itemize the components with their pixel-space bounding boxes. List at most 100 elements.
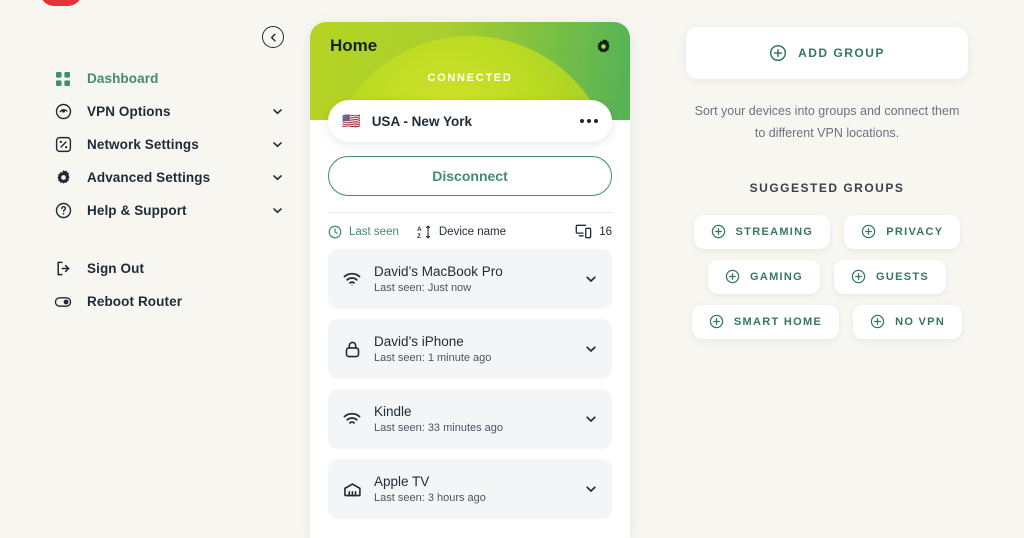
sidebar-item-advanced-settings[interactable]: Advanced Settings: [0, 161, 310, 194]
sort-bar: Last seen A Z Device name 16: [310, 213, 630, 239]
suggested-group-streaming[interactable]: STREAMING: [693, 214, 831, 249]
sidebar-item-label: Sign Out: [87, 261, 145, 276]
collapse-sidebar-button[interactable]: [262, 26, 284, 48]
chevron-down-icon[interactable]: [584, 482, 598, 496]
plus-circle-icon: [725, 270, 740, 284]
device-info: David’s iPhone Last seen: 1 minute ago: [374, 334, 491, 364]
device-last-seen: Last seen: 3 hours ago: [374, 492, 486, 504]
sort-by-device-name-button[interactable]: A Z Device name: [417, 225, 506, 239]
device-row[interactable]: Apple TV Last seen: 3 hours ago: [328, 459, 612, 519]
plus-circle-icon: [870, 315, 885, 329]
device-last-seen: Last seen: 33 minutes ago: [374, 422, 504, 434]
suggested-group-no-vpn[interactable]: NO VPN: [853, 304, 963, 339]
plus-circle-icon: [770, 44, 787, 62]
device-list: David’s MacBook Pro Last seen: Just now: [310, 239, 630, 529]
tv-icon: [342, 482, 362, 497]
suggested-group-privacy[interactable]: PRIVACY: [844, 214, 961, 249]
chip-label: SMART HOME: [733, 315, 823, 328]
logo-blob-icon: [40, 0, 82, 6]
add-group-label: ADD GROUP: [798, 46, 885, 60]
device-row[interactable]: David’s MacBook Pro Last seen: Just now: [328, 249, 612, 309]
sidebar-item-label: Network Settings: [87, 137, 199, 152]
device-row[interactable]: Kindle Last seen: 33 minutes ago: [328, 389, 612, 449]
sidebar-item-sign-out[interactable]: Sign Out: [0, 252, 310, 285]
chevron-down-icon[interactable]: [584, 342, 598, 356]
chip-label: NO VPN: [895, 315, 946, 328]
sidebar: Dashboard VPN Options Network Settings A…: [0, 0, 310, 538]
chevron-down-icon[interactable]: [271, 138, 284, 151]
connection-status-badge: CONNECTED: [427, 72, 513, 84]
sidebar-item-label: VPN Options: [87, 104, 171, 119]
suggested-groups-list: STREAMING PRIVACY GAMING GUESTS SMART HO…: [686, 214, 968, 339]
disconnect-button[interactable]: Disconnect: [328, 156, 612, 196]
suggested-group-gaming[interactable]: GAMING: [707, 259, 820, 294]
brand-logo: [40, 0, 116, 8]
sidebar-item-reboot-router[interactable]: Reboot Router: [0, 285, 310, 318]
add-group-button[interactable]: ADD GROUP: [686, 27, 968, 79]
plus-circle-icon: [711, 225, 725, 239]
chevron-down-icon[interactable]: [271, 204, 284, 217]
sort-by-last-seen-button[interactable]: Last seen: [328, 225, 399, 239]
gear-icon: [54, 169, 72, 187]
power-toggle-icon: [54, 293, 72, 311]
lock-icon: [342, 341, 362, 358]
flag-icon: 🇺🇸: [342, 112, 361, 130]
suggested-group-smart-home[interactable]: SMART HOME: [691, 304, 840, 339]
location-name: USA - New York: [371, 113, 472, 129]
plus-circle-icon: [851, 270, 866, 284]
chip-label: GAMING: [749, 270, 803, 283]
location-more-options-button[interactable]: [580, 119, 598, 123]
network-icon: [54, 136, 72, 154]
chevron-down-icon[interactable]: [584, 272, 598, 286]
device-row[interactable]: David’s iPhone Last seen: 1 minute ago: [328, 319, 612, 379]
sidebar-item-label: Advanced Settings: [87, 170, 211, 185]
settings-gear-icon[interactable]: [595, 38, 612, 55]
sidebar-item-label: Reboot Router: [87, 294, 183, 309]
device-info: David’s MacBook Pro Last seen: Just now: [374, 264, 503, 294]
sort-device-name-label: Device name: [438, 225, 506, 238]
device-info: Apple TV Last seen: 3 hours ago: [374, 474, 486, 504]
device-last-seen: Last seen: 1 minute ago: [374, 352, 492, 364]
suggested-groups-title: SUGGESTED GROUPS: [749, 180, 905, 195]
plus-circle-icon: [862, 225, 876, 239]
grid-icon: [54, 70, 72, 88]
chip-label: GUESTS: [876, 270, 930, 283]
chevron-down-icon[interactable]: [271, 105, 284, 118]
device-info: Kindle Last seen: 33 minutes ago: [374, 404, 503, 434]
sidebar-item-network-settings[interactable]: Network Settings: [0, 128, 310, 161]
groups-hint-text: Sort your devices into groups and connec…: [694, 104, 960, 140]
sidebar-item-help-support[interactable]: Help & Support: [0, 194, 310, 227]
chevron-down-icon[interactable]: [271, 171, 284, 184]
chevron-down-icon[interactable]: [584, 412, 598, 426]
chip-row: SMART HOME NO VPN: [686, 304, 968, 339]
svg-text:Z: Z: [417, 233, 421, 239]
sidebar-item-dashboard[interactable]: Dashboard: [0, 62, 310, 95]
device-name: Kindle: [374, 404, 412, 419]
sidebar-item-vpn-options[interactable]: VPN Options: [0, 95, 310, 128]
hero-topbar: Home: [310, 22, 630, 56]
app-root: Dashboard VPN Options Network Settings A…: [0, 0, 1024, 538]
current-location-card[interactable]: 🇺🇸 USA - New York: [328, 100, 612, 142]
device-last-seen: Last seen: Just now: [374, 282, 472, 294]
arrow-left-icon: [270, 33, 276, 41]
groups-panel: ADD GROUP Sort your devices into groups …: [630, 0, 1024, 538]
devices-icon: [575, 224, 592, 239]
clock-icon: [328, 225, 342, 238]
sidebar-item-label: Help & Support: [87, 203, 187, 218]
wifi-icon: [342, 272, 362, 286]
sidebar-divider-space: [0, 227, 310, 252]
sign-out-icon: [54, 260, 72, 278]
device-name: Apple TV: [374, 474, 430, 489]
device-count: 16: [575, 224, 612, 239]
device-count-value: 16: [599, 225, 612, 238]
chip-row: GAMING GUESTS: [686, 259, 968, 294]
chip-label: PRIVACY: [886, 225, 944, 238]
device-name: David’s MacBook Pro: [374, 264, 503, 279]
plus-circle-icon: [709, 315, 724, 329]
chip-label: STREAMING: [735, 225, 814, 238]
wifi-icon: [342, 412, 362, 426]
home-panel: Home CONNECTED 🇺🇸 USA - New York Disconn…: [310, 22, 630, 538]
suggested-group-guests[interactable]: GUESTS: [834, 259, 947, 294]
question-circle-icon: [54, 202, 72, 220]
device-name: David’s iPhone: [374, 334, 464, 349]
